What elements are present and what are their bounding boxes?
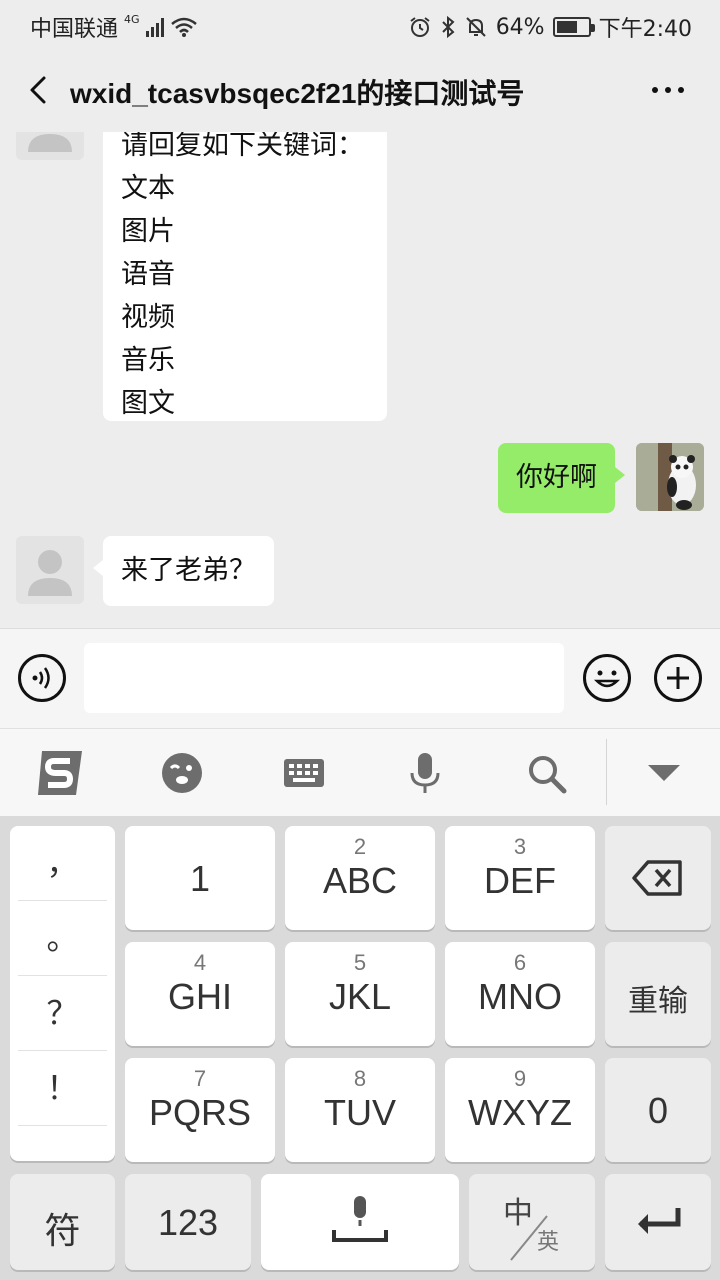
battery-icon <box>552 17 595 37</box>
key-mno[interactable]: 6 MNO <box>445 942 595 1046</box>
key-label: TUV <box>324 1092 396 1133</box>
avatar[interactable] <box>16 132 84 160</box>
search-icon[interactable] <box>522 749 570 797</box>
bluetooth-icon <box>441 15 455 39</box>
key-number: 7 <box>193 1066 207 1091</box>
key-label: DEF <box>484 860 556 901</box>
keyboard-icon[interactable] <box>280 749 328 797</box>
wink-emoji-icon[interactable] <box>158 749 206 797</box>
message-line: 图文 <box>121 388 175 419</box>
punctuation-key[interactable]: 。 <box>18 901 107 976</box>
key-label: GHI <box>167 976 232 1017</box>
punctuation-panel[interactable]: ， 。 ？ ！ <box>10 826 115 1161</box>
sogou-logo-icon[interactable] <box>36 747 88 799</box>
message-line: 视频 <box>121 302 175 333</box>
enter-key[interactable] <box>605 1174 711 1270</box>
key-pqrs[interactable]: 7 PQRS <box>125 1058 275 1162</box>
message-line: 图片 <box>121 216 175 247</box>
default-avatar-icon <box>28 134 72 152</box>
key-label: 0 <box>647 1090 669 1131</box>
key-label: 重输 <box>628 985 688 1018</box>
keyboard: ， 。 ？ ！ 1 2 ABC 3 DEF 4 GHI 5 JKL 6 MNO … <box>0 816 720 1280</box>
message-bubble-keywords[interactable]: 请回复如下关键词： 文本 图片 语音 视频 音乐 图文 <box>103 132 387 421</box>
plus-icon[interactable] <box>654 654 702 702</box>
toolbar-divider <box>606 739 607 805</box>
emoji-icon[interactable] <box>583 654 631 702</box>
key-0[interactable]: 0 <box>605 1058 711 1162</box>
backspace-icon <box>632 860 682 896</box>
wifi-icon <box>170 17 197 37</box>
key-number: 2 <box>353 834 367 859</box>
clock: 下午2:40 <box>598 17 692 42</box>
key-wxyz[interactable]: 9 WXYZ <box>445 1058 595 1162</box>
key-def[interactable]: 3 DEF <box>445 826 595 930</box>
key-abc[interactable]: 2 ABC <box>285 826 435 930</box>
more-icon[interactable] <box>652 80 692 100</box>
key-number: 4 <box>193 950 207 975</box>
backspace-key[interactable] <box>605 826 711 930</box>
key-tuv[interactable]: 8 TUV <box>285 1058 435 1162</box>
punctuation-key[interactable]: ！ <box>18 1051 107 1126</box>
key-label: MNO <box>478 976 562 1017</box>
space-key[interactable] <box>261 1174 459 1270</box>
key-number: 5 <box>353 950 367 975</box>
language-switch-key[interactable]: 中 英 <box>469 1174 595 1270</box>
panda-avatar-icon <box>636 443 704 511</box>
key-number: 9 <box>513 1066 527 1091</box>
message-input[interactable] <box>84 643 564 713</box>
key-ghi[interactable]: 4 GHI <box>125 942 275 1046</box>
symbols-key[interactable]: 符 <box>10 1174 115 1270</box>
voice-icon[interactable] <box>18 654 66 702</box>
collapse-icon[interactable] <box>640 749 688 797</box>
numbers-key[interactable]: 123 <box>125 1174 251 1270</box>
chat-title: wxid_tcasvbsqec2f21的接口测试号 <box>70 78 525 109</box>
default-avatar-icon <box>28 550 72 596</box>
key-label: 123 <box>157 1202 219 1243</box>
key-number: 3 <box>513 834 527 859</box>
enter-icon <box>638 1208 681 1234</box>
message-text: 你好啊 <box>516 462 597 493</box>
message-text: 来了老弟？ <box>121 555 256 586</box>
signal-icon <box>145 17 164 37</box>
user-avatar[interactable] <box>636 443 704 511</box>
key-jkl[interactable]: 5 JKL <box>285 942 435 1046</box>
network-type: 4G <box>124 12 140 26</box>
carrier-label: 中国联通 <box>30 17 119 42</box>
key-label: WXYZ <box>468 1092 572 1133</box>
key-label: ABC <box>322 860 398 901</box>
message-line: 请回复如下关键词： <box>121 132 364 161</box>
microphone-icon[interactable] <box>401 749 449 797</box>
key-number: 8 <box>353 1066 367 1091</box>
message-bubble-received[interactable]: 来了老弟？ <box>93 536 274 606</box>
status-bar: 中国联通 4G 64% 下午2:40 <box>0 0 720 50</box>
key-number: 6 <box>513 950 527 975</box>
back-arrow-icon[interactable] <box>22 72 58 108</box>
key-label: JKL <box>328 976 392 1017</box>
battery-percent: 64% <box>495 14 545 40</box>
chat-area[interactable]: 请回复如下关键词： 文本 图片 语音 视频 音乐 图文 你好啊 来了老弟？ <box>0 132 720 628</box>
punctuation-key[interactable]: ？ <box>18 976 107 1051</box>
message-bubble-sent[interactable]: 你好啊 <box>498 443 625 513</box>
slash-divider <box>510 1215 548 1261</box>
punctuation-key[interactable]: ， <box>18 826 107 901</box>
key-label: 符 <box>44 1210 81 1251</box>
keyboard-toolbar <box>0 728 720 816</box>
chat-header: wxid_tcasvbsqec2f21的接口测试号 <box>0 50 720 132</box>
key-label: 1 <box>189 858 211 899</box>
key-1[interactable]: 1 <box>125 826 275 930</box>
avatar[interactable] <box>16 536 84 604</box>
key-label: PQRS <box>148 1092 252 1133</box>
message-line: 文本 <box>121 173 175 204</box>
message-line: 语音 <box>121 259 175 290</box>
space-mic-icon <box>332 1196 388 1242</box>
reenter-key[interactable]: 重输 <box>605 942 711 1046</box>
mute-icon <box>465 17 486 37</box>
input-bar <box>0 628 720 728</box>
message-line: 音乐 <box>121 345 175 376</box>
alarm-icon <box>410 17 430 37</box>
